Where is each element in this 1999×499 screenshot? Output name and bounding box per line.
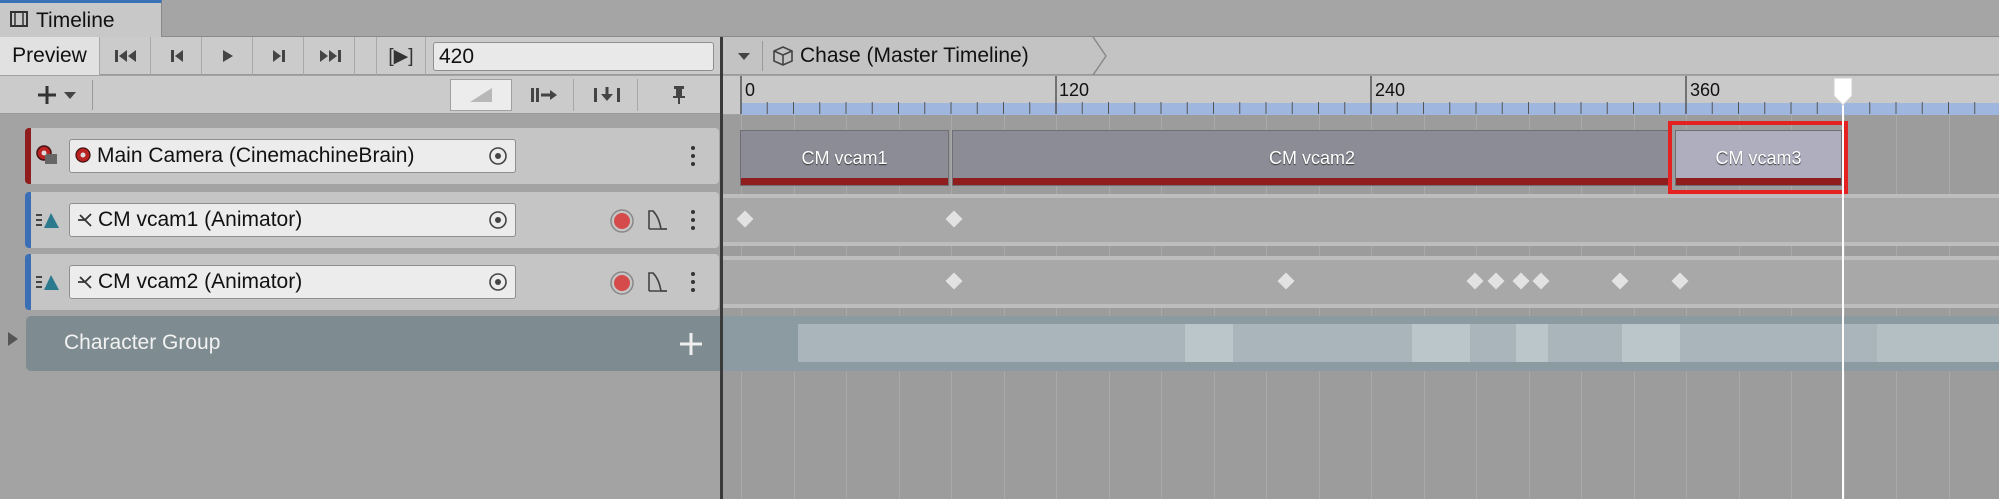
skip-end-icon xyxy=(319,50,341,62)
plus-icon xyxy=(38,86,56,104)
play-range-button[interactable]: [▶] xyxy=(376,37,426,75)
step-back-icon xyxy=(170,50,183,62)
play-icon xyxy=(222,50,233,62)
tick-label-120: 120 xyxy=(1059,80,1090,100)
breadcrumb-label: Chase (Master Timeline) xyxy=(800,44,1029,67)
header-divider[interactable] xyxy=(720,37,723,499)
step-forward-icon xyxy=(272,50,285,62)
sequence-dropdown[interactable] xyxy=(732,45,756,67)
curves-icon[interactable] xyxy=(647,209,669,231)
track-binding-field[interactable]: Main Camera (CinemachineBrain) xyxy=(69,139,516,173)
track-name: Main Camera (CinemachineBrain) xyxy=(97,144,415,167)
skip-start-icon xyxy=(114,50,136,62)
replace-mode-button[interactable] xyxy=(576,79,638,111)
ramp-icon xyxy=(470,88,492,102)
more-options-icon[interactable] xyxy=(689,270,697,294)
ruler-ticks xyxy=(740,76,1976,114)
chevron-down-icon xyxy=(64,92,76,99)
object-picker-icon[interactable] xyxy=(487,209,509,231)
add-to-group-icon[interactable] xyxy=(678,331,704,357)
selected-clip-highlight xyxy=(1668,121,1848,194)
animation-track-icon xyxy=(36,275,59,290)
record-icon[interactable] xyxy=(609,208,635,234)
current-frame-field[interactable]: 420 xyxy=(433,42,714,71)
group-lane xyxy=(722,316,1999,371)
track-name: CM vcam2 (Animator) xyxy=(98,270,303,293)
clip-label: CM vcam1 xyxy=(801,147,888,168)
tab-title: Timeline xyxy=(36,8,115,32)
add-track-button[interactable] xyxy=(28,80,86,110)
film-icon xyxy=(10,9,28,33)
breadcrumb-bar: Chase (Master Timeline) xyxy=(722,37,1999,75)
preview-label: Preview xyxy=(12,44,87,67)
clip-cm-vcam1[interactable]: CM vcam1 xyxy=(740,130,949,186)
track-header-main-camera[interactable]: Main Camera (CinemachineBrain) xyxy=(25,128,719,184)
tab-timeline[interactable]: Timeline xyxy=(0,0,162,38)
next-frame-button[interactable] xyxy=(254,37,304,75)
replace-icon xyxy=(593,87,620,102)
group-name: Character Group xyxy=(64,331,221,354)
animator-icon xyxy=(78,275,92,289)
record-icon[interactable] xyxy=(609,270,635,296)
animation-track-icon xyxy=(36,213,59,228)
track-toolbar xyxy=(0,76,722,114)
animator-icon xyxy=(78,213,92,227)
object-picker-icon[interactable] xyxy=(487,271,509,293)
clip-cm-vcam2[interactable]: CM vcam2 xyxy=(952,130,1672,186)
playhead-line xyxy=(1842,96,1844,499)
expand-arrow-icon[interactable] xyxy=(6,330,20,348)
keyframe-lane-vcam2[interactable] xyxy=(722,256,1999,308)
group-header[interactable]: Character Group xyxy=(26,316,720,371)
go-to-end-button[interactable] xyxy=(305,37,355,75)
more-options-icon[interactable] xyxy=(689,144,697,168)
brain-icon xyxy=(75,147,91,163)
cinemachine-icon xyxy=(36,145,57,164)
track-name: CM vcam1 (Animator) xyxy=(98,208,303,231)
group-summary-bar xyxy=(798,324,1999,362)
tick-label-360: 360 xyxy=(1690,80,1721,100)
keyframe-lane-vcam1[interactable] xyxy=(722,194,1999,246)
track-header-cm-vcam1[interactable]: CM vcam1 (Animator) xyxy=(25,192,719,248)
tab-bar xyxy=(0,0,1999,37)
ripple-mode-button[interactable] xyxy=(514,79,574,111)
tick-label-240: 240 xyxy=(1375,80,1406,100)
clip-label: CM vcam2 xyxy=(1268,147,1355,168)
chevron-down-icon xyxy=(738,53,750,60)
cube-icon xyxy=(773,46,793,66)
current-frame-value: 420 xyxy=(439,44,475,68)
breadcrumb-separator-icon xyxy=(1092,37,1107,75)
track-header-cm-vcam2[interactable]: CM vcam2 (Animator) xyxy=(25,254,719,310)
pin-button[interactable] xyxy=(654,79,704,111)
tick-label-0: 0 xyxy=(745,80,756,100)
track-binding-field[interactable]: CM vcam1 (Animator) xyxy=(69,203,516,237)
breadcrumb[interactable]: Chase (Master Timeline) xyxy=(772,37,1029,75)
preview-button[interactable]: Preview xyxy=(0,37,100,75)
play-range-label: [▶] xyxy=(388,45,414,67)
ripple-icon xyxy=(530,88,557,102)
snap-button[interactable] xyxy=(450,79,512,111)
go-to-start-button[interactable] xyxy=(101,37,151,75)
object-picker-icon[interactable] xyxy=(487,145,509,167)
more-options-icon[interactable] xyxy=(689,208,697,232)
playhead-handle-icon[interactable] xyxy=(1832,76,1854,106)
play-button[interactable] xyxy=(203,37,253,75)
pin-icon xyxy=(673,86,685,104)
track-binding-field[interactable]: CM vcam2 (Animator) xyxy=(69,265,516,299)
curves-icon[interactable] xyxy=(647,271,669,293)
previous-frame-button[interactable] xyxy=(152,37,202,75)
